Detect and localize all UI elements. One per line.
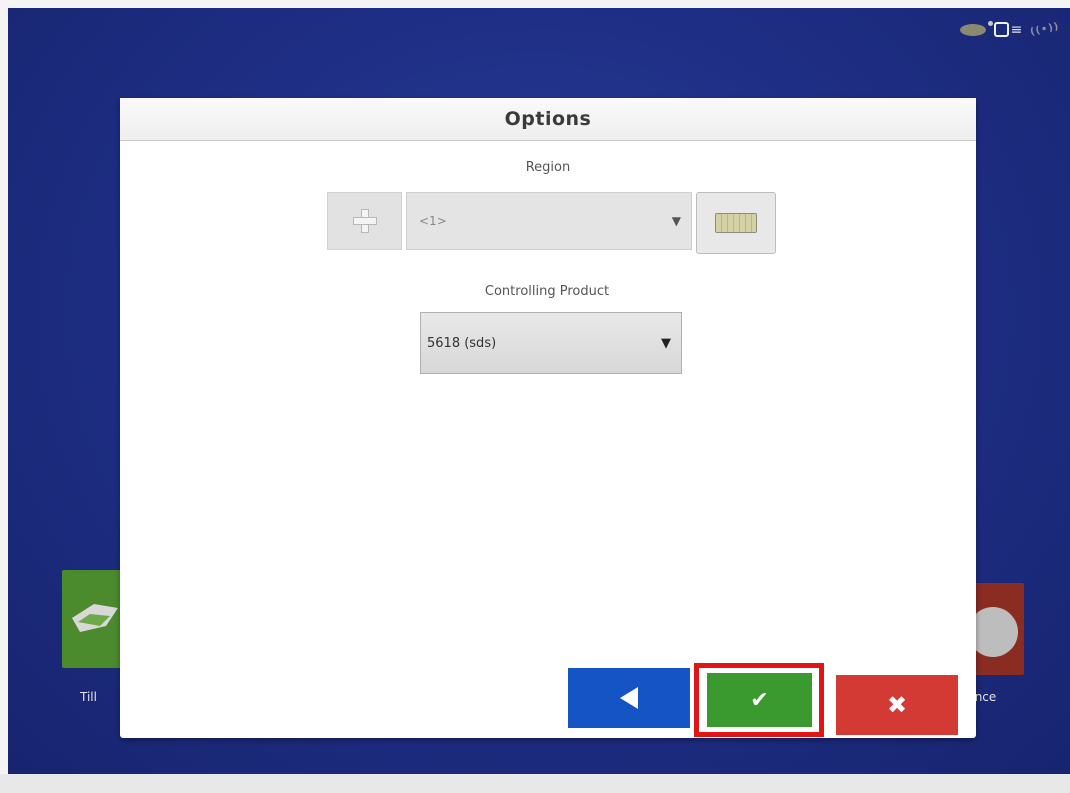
- controlling-product-label: Controlling Product: [484, 284, 610, 299]
- card-lines-icon: ≡: [1010, 21, 1023, 38]
- region-value: <1>: [419, 214, 447, 228]
- controlling-product-dropdown[interactable]: 5618 (sds) ▼: [420, 312, 682, 374]
- region-dropdown[interactable]: <1> ▼: [406, 192, 692, 250]
- chevron-down-icon: ▼: [671, 214, 681, 228]
- display-screen: ≡ ((•)) Till lance Options Region <1> ▼ …: [8, 8, 1070, 774]
- signal-icon: ((•)): [1029, 21, 1061, 38]
- data-card-icon: [993, 22, 1009, 37]
- back-button[interactable]: [568, 668, 690, 728]
- keyboard-button[interactable]: [696, 192, 776, 254]
- accept-button[interactable]: ✔: [707, 673, 812, 727]
- checkmark-icon: ✔: [750, 687, 769, 713]
- region-label: Region: [525, 160, 571, 175]
- status-bar: ≡ ((•)): [959, 20, 1061, 38]
- cancel-button[interactable]: ✖: [836, 675, 958, 735]
- chevron-down-icon: ▼: [661, 335, 671, 351]
- tillage-tile-label: Till: [80, 690, 97, 704]
- display-bezel: [0, 774, 1070, 793]
- back-arrow-icon: [620, 687, 638, 709]
- gps-satellite-icon: [959, 20, 993, 36]
- tillage-icon: [72, 604, 118, 632]
- add-region-button[interactable]: [327, 192, 402, 250]
- close-icon: ✖: [886, 691, 908, 719]
- accept-highlight: ✔: [694, 663, 824, 737]
- options-dialog: Options Region <1> ▼ Controlling Product…: [120, 98, 976, 738]
- dialog-header: Options: [120, 98, 976, 141]
- controlling-product-value: 5618 (sds): [427, 335, 497, 351]
- dialog-title: Options: [504, 108, 592, 130]
- tillage-tile[interactable]: [62, 570, 126, 668]
- keyboard-icon: [715, 213, 757, 233]
- plus-icon: [352, 209, 377, 233]
